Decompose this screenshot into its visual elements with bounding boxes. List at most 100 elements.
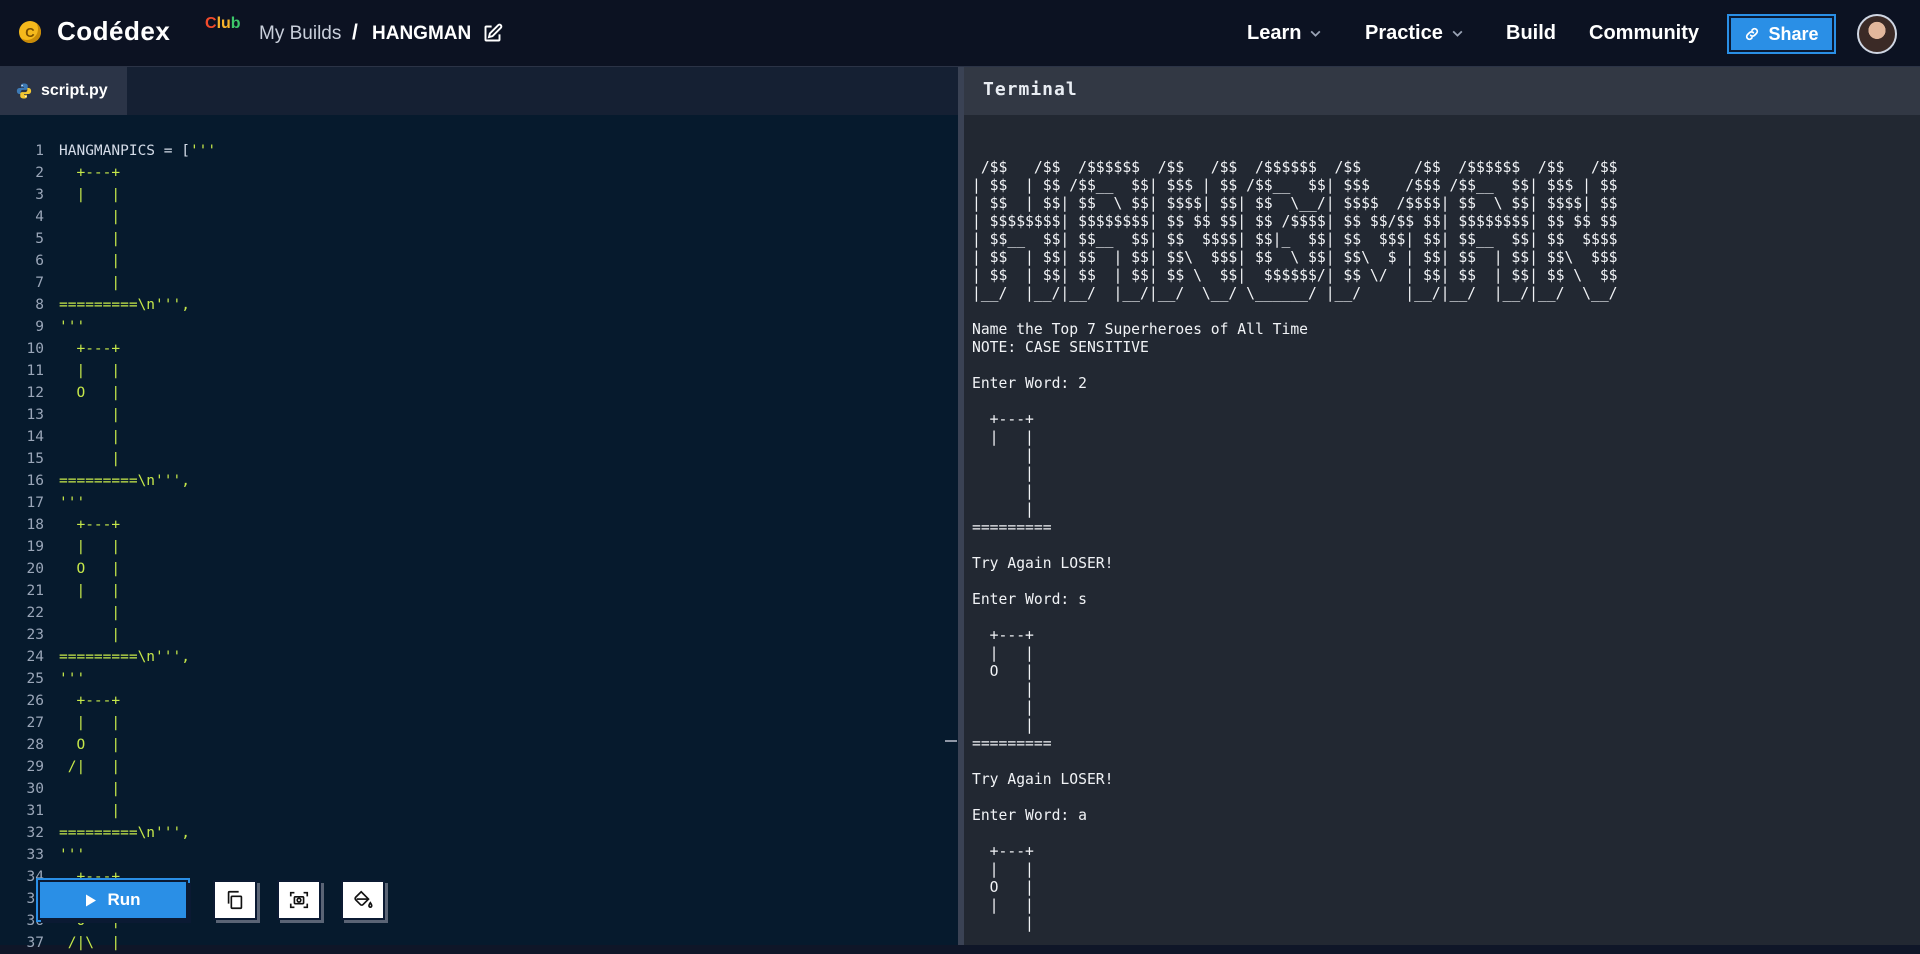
code-text: | |	[59, 715, 121, 731]
user-avatar[interactable]	[1857, 14, 1897, 54]
line-number: 21	[26, 583, 44, 599]
tab-script-py[interactable]: script.py	[0, 67, 127, 115]
line-number: 23	[26, 627, 44, 643]
code-line[interactable]: 16 =========\n''',	[0, 470, 958, 492]
code-text: | |	[59, 187, 121, 203]
code-line[interactable]: 9 '''	[0, 316, 958, 338]
code-line[interactable]: 15 |	[0, 448, 958, 470]
code-line[interactable]: 26 +---+	[0, 690, 958, 712]
code-text: '''	[59, 495, 86, 511]
code-line[interactable]: 11 | |	[0, 360, 958, 382]
code-text: O |	[59, 385, 121, 401]
code-text: '''	[59, 671, 86, 687]
chevron-down-icon	[1311, 30, 1321, 37]
line-number: 13	[26, 407, 44, 423]
code-line[interactable]: 18 +---+	[0, 514, 958, 536]
code-line[interactable]: 27 | |	[0, 712, 958, 734]
line-number: 2	[35, 165, 44, 181]
code-text: |	[59, 429, 121, 445]
code-line[interactable]: 13 |	[0, 404, 958, 426]
code-line[interactable]: 10 +---+	[0, 338, 958, 360]
code-line[interactable]: 24 =========\n''',	[0, 646, 958, 668]
code-text: +---+	[59, 693, 121, 709]
code-line[interactable]: 19 | |	[0, 536, 958, 558]
theme-button[interactable]	[341, 880, 385, 920]
code-area[interactable]: 1 HANGMANPICS = [''' 2 +---+ 3 | | 4 | 5 | 6 |…	[0, 140, 958, 954]
line-number: 28	[26, 737, 44, 753]
edit-icon[interactable]	[482, 23, 503, 44]
code-text: |	[59, 605, 121, 621]
code-line[interactable]: 31 |	[0, 800, 958, 822]
nav-build-label: Build	[1506, 22, 1556, 44]
code-text: |	[59, 253, 121, 269]
code-line[interactable]: 14 |	[0, 426, 958, 448]
code-text: =========\n''',	[59, 473, 190, 489]
club-badge-part: b	[230, 15, 241, 32]
tab-label: script.py	[41, 82, 108, 99]
copy-icon	[227, 890, 243, 910]
code-line[interactable]: 37 /|\ |	[0, 932, 958, 954]
line-number: 15	[26, 451, 44, 467]
code-line[interactable]: 8 =========\n''',	[0, 294, 958, 316]
code-line[interactable]: 22 |	[0, 602, 958, 624]
code-line[interactable]: 33 '''	[0, 844, 958, 866]
code-line[interactable]: 4 |	[0, 206, 958, 228]
code-text: HANGMANPICS = ['''	[59, 143, 217, 159]
codedex-coin-icon[interactable]: C	[19, 21, 41, 43]
code-text: =========\n''',	[59, 297, 190, 313]
code-text: '''	[59, 847, 86, 863]
nav-build[interactable]: Build	[1506, 22, 1556, 45]
chevron-down-icon	[1452, 30, 1463, 37]
code-line[interactable]: 29 /| |	[0, 756, 958, 778]
code-line[interactable]: 12 O |	[0, 382, 958, 404]
line-number: 31	[26, 803, 44, 819]
line-number: 26	[26, 693, 44, 709]
line-number: 12	[26, 385, 44, 401]
code-line[interactable]: 20 O |	[0, 558, 958, 580]
code-line[interactable]: 17 '''	[0, 492, 958, 514]
code-line[interactable]: 3 | |	[0, 184, 958, 206]
code-line[interactable]: 30 |	[0, 778, 958, 800]
code-line[interactable]: 7 |	[0, 272, 958, 294]
link-icon	[1746, 27, 1759, 41]
code-line[interactable]: 25 '''	[0, 668, 958, 690]
nav-community[interactable]: Community	[1589, 22, 1699, 45]
screenshot-button[interactable]	[277, 880, 321, 920]
breadcrumb-my-builds[interactable]: My Builds	[259, 23, 341, 45]
code-text: /| |	[59, 759, 121, 775]
share-label: Share	[1768, 23, 1819, 44]
nav-learn[interactable]: Learn	[1247, 22, 1322, 45]
code-line[interactable]: 32 =========\n''',	[0, 822, 958, 844]
code-text: O |	[59, 561, 121, 577]
screenshot-icon	[289, 891, 309, 909]
line-number: 17	[26, 495, 44, 511]
line-number: 6	[35, 253, 44, 269]
copy-button[interactable]	[213, 880, 257, 920]
code-line[interactable]: 5 |	[0, 228, 958, 250]
codedex-logo[interactable]: Codédex	[57, 16, 170, 47]
nav-practice[interactable]: Practice	[1365, 22, 1464, 45]
code-text: +---+	[59, 517, 121, 533]
nav-learn-label: Learn	[1247, 22, 1302, 44]
code-editor-pane: script.py 1 HANGMANPICS = [''' 2 +---+ 3 | …	[0, 67, 958, 951]
code-text: | |	[59, 583, 121, 599]
code-line[interactable]: 1 HANGMANPICS = ['''	[0, 140, 958, 162]
line-number: 22	[26, 605, 44, 621]
code-line[interactable]: 21 | |	[0, 580, 958, 602]
code-line[interactable]: 23 |	[0, 624, 958, 646]
terminal-output[interactable]: /$$ /$$ /$$$$$$ /$$ /$$ /$$$$$$ /$$ /$$ …	[972, 159, 1618, 933]
splitter-handle[interactable]	[945, 740, 957, 742]
code-line[interactable]: 2 +---+	[0, 162, 958, 184]
code-line[interactable]: 28 O |	[0, 734, 958, 756]
club-badge: Club	[205, 15, 241, 33]
line-number: 10	[26, 341, 44, 357]
run-button[interactable]: Run	[38, 880, 188, 920]
line-number: 3	[35, 187, 44, 203]
project-title: HANGMAN	[372, 23, 472, 44]
play-icon	[86, 894, 97, 906]
terminal-pane: Terminal /$$ /$$ /$$$$$$ /$$ /$$ /$$$$$$…	[964, 67, 1920, 945]
code-line[interactable]: 6 |	[0, 250, 958, 272]
share-button[interactable]: Share	[1729, 16, 1834, 52]
line-number: 27	[26, 715, 44, 731]
line-number: 16	[26, 473, 44, 489]
